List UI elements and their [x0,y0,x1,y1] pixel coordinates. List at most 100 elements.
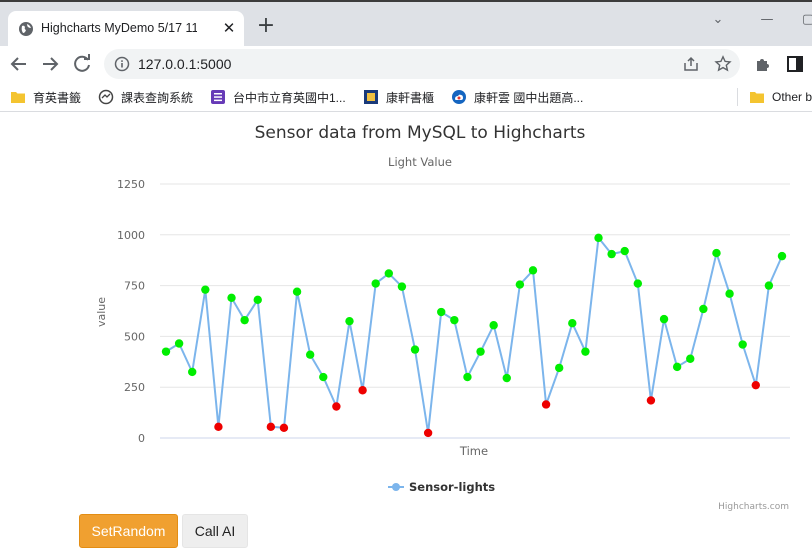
data-point[interactable] [594,233,603,243]
data-point[interactable] [463,372,472,382]
data-point[interactable] [633,279,643,288]
data-point[interactable] [646,396,656,405]
chart-title: Sensor data from MySQL to Highcharts [255,123,586,143]
browser-toolbar: 127.0.0.1:5000 [0,46,812,82]
bookmark-kangxuan-cloud[interactable]: 康軒雲 國中出題高... [451,88,583,106]
back-icon[interactable] [7,52,31,76]
other-bookmarks-label: Other b [772,90,812,104]
data-point[interactable] [423,428,433,438]
data-point[interactable] [476,347,485,356]
data-point[interactable] [712,248,721,258]
data-point[interactable] [450,315,459,325]
data-point[interactable] [777,251,787,261]
extensions-icon[interactable] [754,55,772,73]
set-random-button[interactable]: SetRandom [79,514,178,548]
data-point[interactable] [214,422,223,432]
data-point[interactable] [227,293,236,302]
close-tab-icon[interactable]: ✕ [220,19,238,37]
grid-lines [160,183,790,439]
data-point[interactable] [437,307,446,317]
side-panel-icon[interactable] [786,55,804,73]
share-icon[interactable] [682,55,700,73]
legend-marker [392,483,400,491]
y-tick-label: 0 [138,432,145,445]
y-tick-label: 1250 [117,178,145,191]
data-point[interactable] [620,246,629,256]
series-sensor-lights[interactable] [161,233,787,438]
tab-search-icon[interactable]: ⌄ [710,12,726,28]
data-point[interactable] [292,287,302,296]
reload-icon[interactable] [70,52,94,76]
minimize-icon[interactable]: — [759,12,775,28]
data-point[interactable] [174,339,184,348]
folder-icon [750,92,764,103]
data-point[interactable] [384,269,394,278]
y-tick-label: 250 [124,381,145,394]
data-point[interactable] [528,266,538,275]
address-bar[interactable]: 127.0.0.1:5000 [104,49,740,79]
data-point[interactable] [751,380,760,390]
maximize-icon[interactable]: ▢ [802,12,812,28]
other-bookmarks[interactable]: Other b [749,88,812,106]
data-point[interactable] [502,373,511,383]
legend[interactable]: Sensor-lights [388,480,495,494]
book-icon [364,90,378,104]
data-point[interactable] [699,304,708,314]
browser-tab[interactable]: Highcharts MyDemo 5/17 11:2 ✕ [8,11,244,48]
new-tab-button[interactable]: + [255,15,277,38]
tab-strip: Highcharts MyDemo 5/17 11:2 ✕ + ⌄ — ▢ [0,0,812,48]
bookmark-kangxuan-bookshelf[interactable]: 康軒書櫃 [363,88,434,106]
data-point[interactable] [319,372,328,382]
data-point[interactable] [332,402,341,411]
form-icon [211,90,225,104]
globe-icon [19,22,33,36]
bookmark-star-icon[interactable] [714,55,732,73]
bookmarks-bar: 育英書籤 課表查詢系統 台中市立育英國中1... 康軒書櫃 康軒雲 國中出題高.… [0,82,812,112]
data-point[interactable] [725,289,734,298]
timetable-icon [98,89,114,105]
line-chart: Sensor data from MySQL to Highcharts Lig… [95,123,790,512]
call-ai-button[interactable]: Call AI [182,514,248,548]
data-point[interactable] [581,347,590,356]
data-point[interactable] [541,400,551,409]
site-info-icon[interactable] [114,56,130,72]
data-point[interactable] [279,423,289,433]
cloud-icon [452,90,466,104]
data-point[interactable] [266,422,276,432]
data-point[interactable] [764,281,774,290]
bookmark-label: 育英書籤 [33,90,82,105]
data-point[interactable] [240,315,249,325]
bookmark-label: 康軒雲 國中出題高... [474,90,584,105]
data-point[interactable] [397,282,407,291]
bookmark-label: 康軒書櫃 [386,90,435,105]
bookmark-folder-yuying[interactable]: 育英書籤 [10,88,81,106]
data-point[interactable] [358,386,367,395]
data-point[interactable] [568,318,577,328]
series-line[interactable] [165,236,783,434]
bookmark-school-form[interactable]: 台中市立育英國中1... [210,88,346,106]
bookmark-timetable[interactable]: 課表查詢系統 [98,88,193,106]
data-point[interactable] [515,280,525,289]
y-tick-label: 750 [124,280,145,293]
data-point[interactable] [672,362,682,372]
data-point[interactable] [371,279,380,288]
data-point[interactable] [161,347,171,356]
data-point[interactable] [554,363,564,373]
data-point[interactable] [659,314,669,324]
chart-subtitle: Light Value [388,155,452,169]
data-point[interactable] [489,321,498,330]
data-point[interactable] [345,316,354,326]
bookmark-divider [737,88,738,106]
data-point[interactable] [305,350,315,359]
data-point[interactable] [188,367,197,377]
forward-icon[interactable] [38,52,62,76]
data-point[interactable] [686,354,695,363]
credits[interactable]: Highcharts.com [718,502,789,512]
data-point[interactable] [738,340,747,349]
data-point[interactable] [410,345,420,354]
data-point[interactable] [253,295,262,305]
data-point[interactable] [607,249,616,259]
legend-label[interactable]: Sensor-lights [409,480,495,494]
url-text[interactable]: 127.0.0.1:5000 [138,56,231,72]
data-point[interactable] [201,285,210,294]
